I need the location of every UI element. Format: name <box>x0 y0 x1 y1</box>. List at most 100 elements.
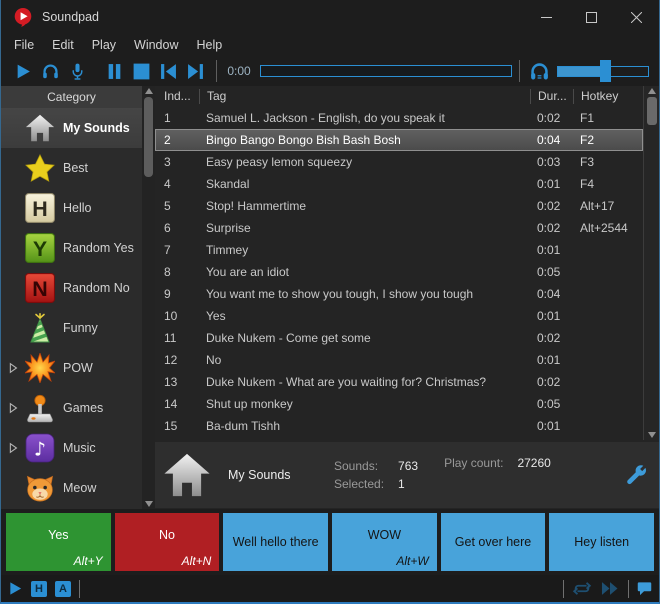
pause-button[interactable] <box>101 59 128 83</box>
row-tag: Duke Nukem - Come get some <box>199 331 530 345</box>
sidebar-scrollbar[interactable] <box>142 86 155 509</box>
table-row[interactable]: 11 Duke Nukem - Come get some 0:02 <box>155 327 643 349</box>
table-row[interactable]: 14 Shut up monkey 0:05 <box>155 393 643 415</box>
scroll-up-icon[interactable] <box>145 88 153 94</box>
comment-bubble-icon[interactable] <box>637 581 652 596</box>
volume-slider[interactable] <box>557 59 649 83</box>
row-tag: Surprise <box>199 221 530 235</box>
home-icon <box>21 111 59 145</box>
category-label: Random Yes <box>63 241 134 255</box>
hotkeys-toggle-icon[interactable]: H <box>31 581 47 597</box>
column-header-tag[interactable]: Tag <box>199 89 530 104</box>
record-microphone-button[interactable] <box>64 59 91 83</box>
category-label: Games <box>63 401 103 415</box>
sound-button-wow[interactable]: WOW Alt+W <box>332 513 437 571</box>
sound-button-hey-listen[interactable]: Hey listen <box>549 513 654 571</box>
table-row[interactable]: 8 You are an idiot 0:05 <box>155 261 643 283</box>
autostart-toggle-icon[interactable]: A <box>55 581 71 597</box>
row-duration: 0:01 <box>530 243 573 257</box>
stop-button[interactable] <box>128 59 155 83</box>
letter-h-icon: H <box>21 191 59 225</box>
sidebar-item-best[interactable]: Best <box>1 148 142 188</box>
volume-handle[interactable] <box>600 60 611 82</box>
table-row[interactable]: 5 Stop! Hammertime 0:02 Alt+17 <box>155 195 643 217</box>
table-row[interactable]: 12 No 0:01 <box>155 349 643 371</box>
row-index: 14 <box>155 397 199 411</box>
sound-button-yes[interactable]: Yes Alt+Y <box>6 513 111 571</box>
row-tag: You are an idiot <box>199 265 530 279</box>
table-row[interactable]: 15 Ba-dum Tishh 0:01 <box>155 415 643 437</box>
table-scroll-thumb[interactable] <box>647 97 657 125</box>
category-label: Random No <box>63 281 130 295</box>
sidebar-item-random-no[interactable]: N Random No <box>1 268 142 308</box>
table-scrollbar[interactable] <box>643 86 659 440</box>
table-row[interactable]: 1 Samuel L. Jackson - English, do you sp… <box>155 107 643 129</box>
sound-button-label: Get over here <box>455 535 531 549</box>
menu-item[interactable]: Window <box>125 36 187 54</box>
table-header: Ind... Tag Dur... Hotkey <box>155 86 643 107</box>
sound-button-no[interactable]: No Alt+N <box>115 513 220 571</box>
info-counts: Sounds: 763 Selected: 1 <box>334 459 418 491</box>
table-row[interactable]: 13 Duke Nukem - What are you waiting for… <box>155 371 643 393</box>
sidebar-item-hello[interactable]: H Hello <box>1 188 142 228</box>
table-row[interactable]: 2 Bingo Bango Bongo Bish Bash Bosh 0:04 … <box>155 129 643 151</box>
menu-item[interactable]: Edit <box>43 36 83 54</box>
table-row[interactable]: 4 Skandal 0:01 F4 <box>155 173 643 195</box>
row-hotkey: F4 <box>573 177 643 191</box>
fast-forward-icon[interactable] <box>600 581 620 596</box>
table-row[interactable]: 9 You want me to show you tough, I show … <box>155 283 643 305</box>
column-header-index[interactable]: Ind... <box>155 89 199 104</box>
svg-text:H: H <box>32 197 47 221</box>
wrench-settings-icon[interactable] <box>625 464 647 486</box>
play-button[interactable] <box>10 59 37 83</box>
maximize-button[interactable] <box>569 0 614 34</box>
sidebar-item-my-sounds[interactable]: My Sounds <box>1 108 142 148</box>
column-header-duration[interactable]: Dur... <box>530 89 573 104</box>
window-controls <box>524 0 659 34</box>
listen-headphones-button[interactable] <box>37 59 64 83</box>
table-row[interactable]: 3 Easy peasy lemon squeezy 0:03 F3 <box>155 151 643 173</box>
seek-forward-button[interactable] <box>182 59 209 83</box>
sidebar-item-meow[interactable]: Meow <box>1 468 142 508</box>
window-title: Soundpad <box>42 10 99 24</box>
menu-item[interactable]: Help <box>188 36 232 54</box>
expand-arrow-icon[interactable] <box>5 442 21 454</box>
sidebar-scroll-thumb[interactable] <box>144 97 153 177</box>
menu-item[interactable]: Play <box>83 36 125 54</box>
sound-button-get-over-here[interactable]: Get over here <box>441 513 546 571</box>
scroll-down-icon[interactable] <box>145 501 153 507</box>
sound-button-well-hello-there[interactable]: Well hello there <box>223 513 328 571</box>
info-category-name: My Sounds <box>228 468 334 482</box>
sound-button-label: Well hello there <box>233 535 319 549</box>
row-duration: 0:01 <box>530 419 573 433</box>
close-button[interactable] <box>614 0 659 34</box>
row-index: 2 <box>155 133 199 147</box>
repeat-icon[interactable] <box>572 581 592 596</box>
table-row[interactable]: 10 Yes 0:01 <box>155 305 643 327</box>
sidebar-item-music[interactable]: ♪ Music <box>1 428 142 468</box>
status-play-icon[interactable] <box>8 581 23 596</box>
row-index: 5 <box>155 199 199 213</box>
table-row[interactable]: 6 Surprise 0:02 Alt+2544 <box>155 217 643 239</box>
minimize-button[interactable] <box>524 0 569 34</box>
status-separator <box>79 580 80 598</box>
sidebar-item-pow[interactable]: POW <box>1 348 142 388</box>
joystick-icon <box>21 391 59 425</box>
sidebar-item-games[interactable]: Games <box>1 388 142 428</box>
table-row[interactable]: 7 Timmey 0:01 <box>155 239 643 261</box>
category-label: POW <box>63 361 93 375</box>
row-tag: Skandal <box>199 177 530 191</box>
seek-back-button[interactable] <box>155 59 182 83</box>
column-header-hotkey[interactable]: Hotkey <box>573 89 643 104</box>
playback-progress-bar[interactable] <box>260 65 512 77</box>
menu-item[interactable]: File <box>5 36 43 54</box>
scroll-up-icon[interactable] <box>648 88 656 94</box>
row-index: 10 <box>155 309 199 323</box>
scroll-down-icon[interactable] <box>648 432 656 438</box>
sidebar-item-random-yes[interactable]: Y Random Yes <box>1 228 142 268</box>
music-note-icon: ♪ <box>21 431 59 465</box>
sidebar-item-funny[interactable]: Funny <box>1 308 142 348</box>
expand-arrow-icon[interactable] <box>5 402 21 414</box>
toolbar-separator <box>519 60 520 82</box>
expand-arrow-icon[interactable] <box>5 362 21 374</box>
